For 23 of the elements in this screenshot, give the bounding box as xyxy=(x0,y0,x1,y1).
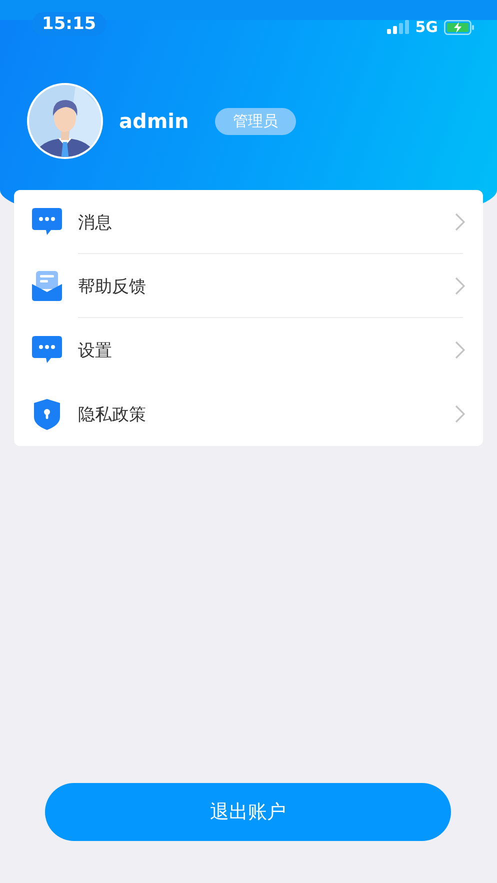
chevron-right-icon xyxy=(455,277,465,295)
chevron-right-icon xyxy=(455,341,465,359)
shield-lock-icon xyxy=(32,398,62,430)
menu-item[interactable]: 帮助反馈 xyxy=(14,254,483,318)
menu-label: 设置 xyxy=(78,340,113,362)
menu-item[interactable]: 设置 xyxy=(14,318,483,382)
chevron-right-icon xyxy=(455,213,465,231)
menu-item[interactable]: 消息 xyxy=(14,190,483,254)
chat-bubble-icon xyxy=(32,336,62,364)
chat-bubble-icon xyxy=(32,208,62,236)
status-time: 15:15 xyxy=(32,12,106,36)
menu-label: 消息 xyxy=(78,212,113,234)
chevron-right-icon xyxy=(455,405,465,423)
menu-item[interactable]: 隐私政策 xyxy=(14,382,483,446)
signal-icon xyxy=(387,20,410,34)
avatar-icon xyxy=(26,82,104,160)
username: admin xyxy=(119,109,189,133)
menu-label: 隐私政策 xyxy=(78,404,147,426)
network-label: 5G xyxy=(415,18,438,36)
battery-icon xyxy=(444,20,475,34)
role-tag: 管理员 xyxy=(214,108,296,134)
envelope-icon xyxy=(32,271,62,301)
menu-label: 帮助反馈 xyxy=(78,276,147,298)
